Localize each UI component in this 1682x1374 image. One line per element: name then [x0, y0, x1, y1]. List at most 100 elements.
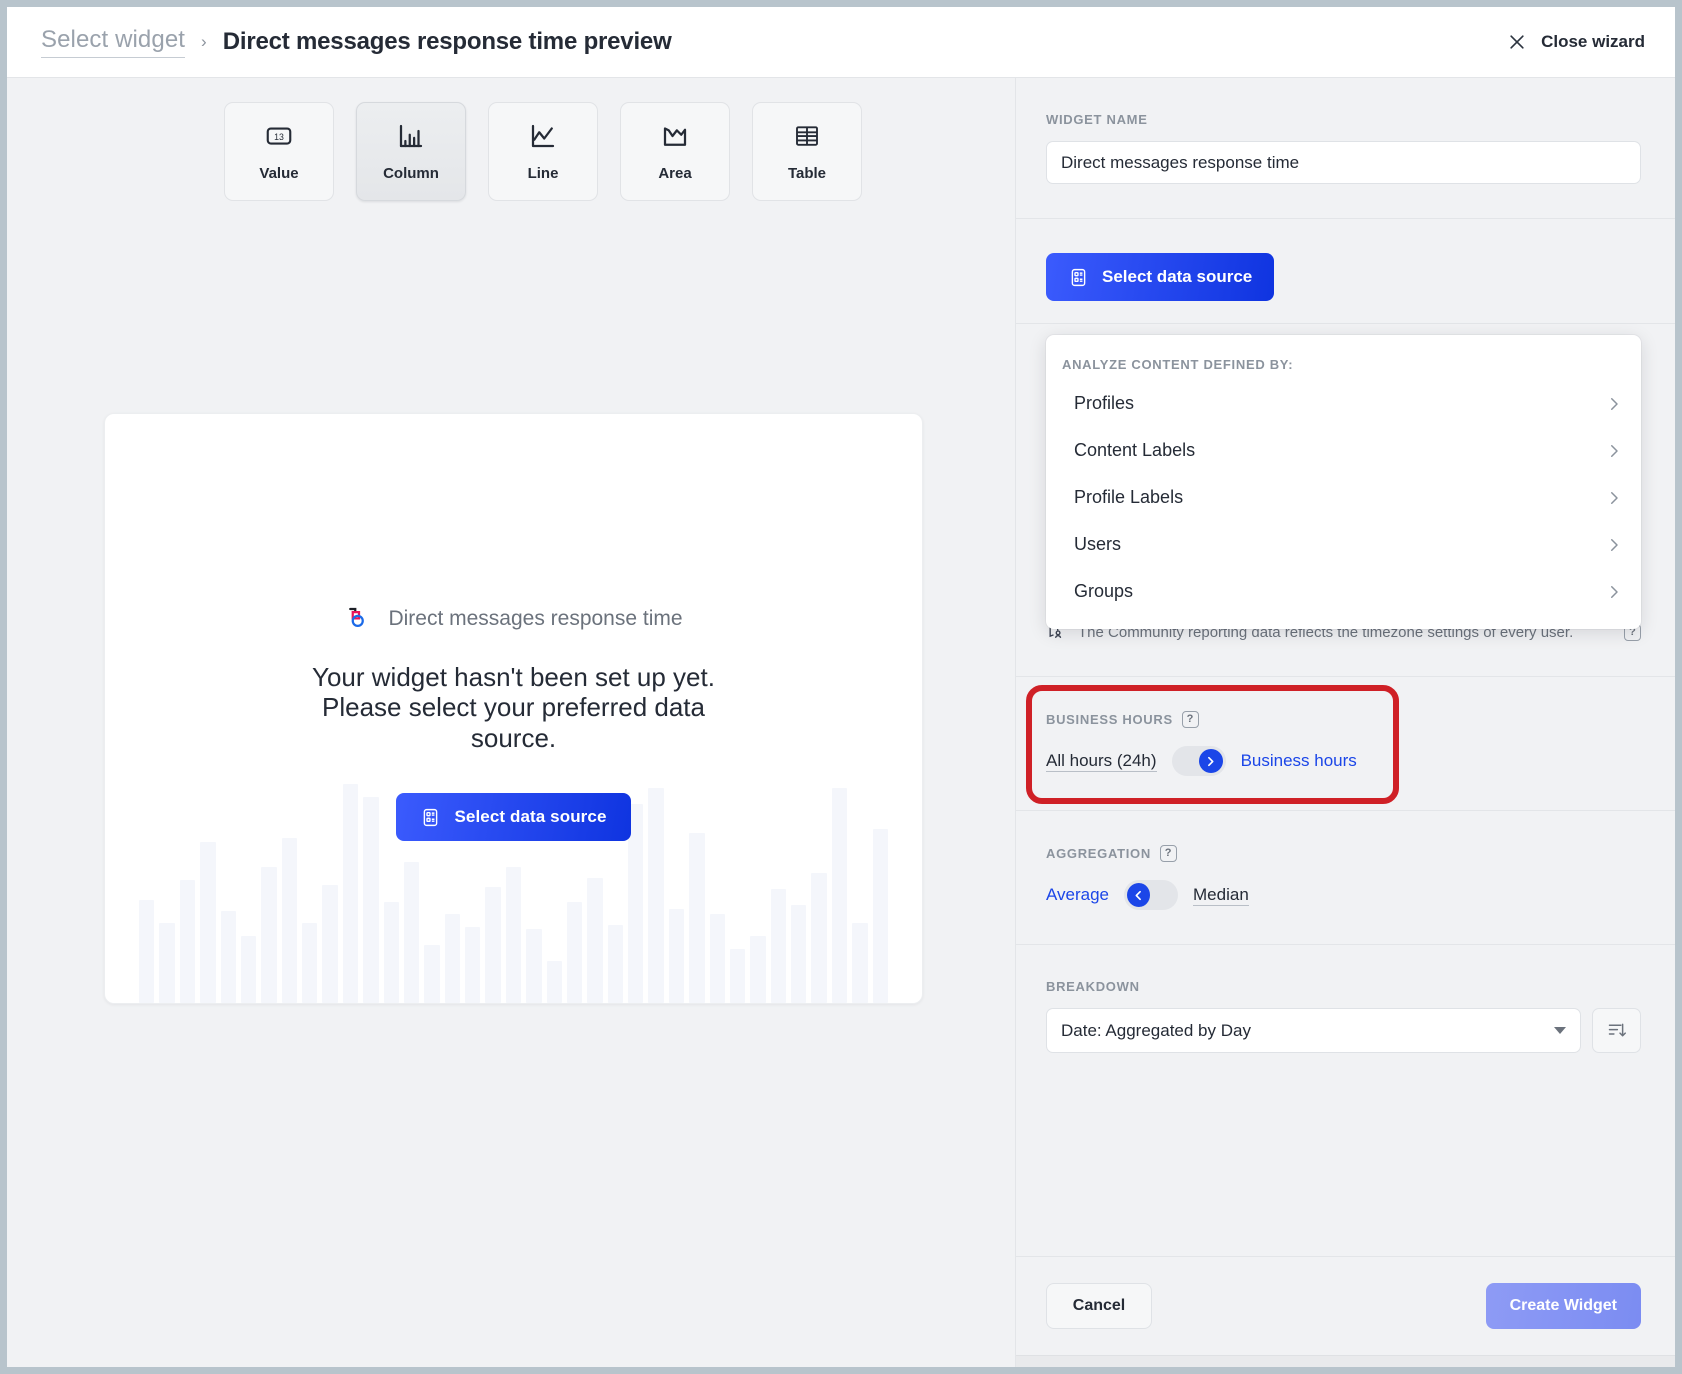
widget-type-value[interactable]: 13 Value: [224, 102, 334, 201]
cancel-button[interactable]: Cancel: [1046, 1283, 1152, 1329]
placeholder-bar: [750, 935, 766, 1003]
data-source-dropdown: ANALYZE CONTENT DEFINED BY: Profiles Con…: [1046, 335, 1641, 629]
placeholder-bar: [689, 833, 705, 1003]
widget-name-label: WIDGET NAME: [1046, 112, 1148, 127]
close-wizard-button[interactable]: Close wizard: [1507, 32, 1645, 52]
preview-chart-title-row: Direct messages response time: [344, 604, 683, 634]
response-time-icon: [349, 607, 365, 627]
panel-footer: Cancel Create Widget: [1016, 1256, 1675, 1355]
breakdown-section: BREAKDOWN Date: Aggregated by Day: [1016, 945, 1675, 1087]
select-data-source-label: Select data source: [1102, 267, 1253, 286]
bottom-strip: [1016, 1355, 1675, 1367]
placeholder-bar: [709, 913, 725, 1003]
business-hours-toggle-row: All hours (24h) Business hours: [1046, 746, 1641, 776]
widget-name-field[interactable]: Direct messages response time: [1046, 141, 1641, 184]
placeholder-bar: [220, 911, 236, 1003]
business-hours-all-label[interactable]: All hours (24h): [1046, 751, 1157, 772]
placeholder-bar: [159, 922, 175, 1003]
data-source-icon: [424, 808, 438, 826]
close-icon: [1510, 35, 1524, 49]
aggregation-label-row: AGGREGATION ?: [1046, 845, 1641, 862]
widget-type-column-label: Column: [383, 165, 439, 182]
empty-state: Direct messages response time Your widge…: [105, 604, 922, 842]
breakdown-row: Date: Aggregated by Day: [1046, 1008, 1641, 1053]
create-widget-button[interactable]: Create Widget: [1485, 1283, 1641, 1329]
business-hours-help-icon[interactable]: ?: [1181, 711, 1199, 728]
aggregation-label: AGGREGATION: [1046, 846, 1151, 861]
data-source-section: Select data source ANALYZE CONTENT DEFIN…: [1016, 219, 1675, 629]
breakdown-select[interactable]: Date: Aggregated by Day: [1046, 1008, 1581, 1053]
placeholder-bar: [179, 880, 196, 1003]
widget-name-input[interactable]: Direct messages response time: [1061, 153, 1626, 173]
dropdown-item-label: Profile Labels: [1074, 487, 1184, 507]
page-title: Direct messages response time preview: [222, 28, 672, 55]
aggregation-section: AGGREGATION ? Average Median: [1016, 811, 1675, 945]
placeholder-bar: [729, 949, 746, 1003]
empty-state-message: Your widget hasn't been set up yet. Plea…: [312, 662, 715, 753]
aggregation-toggle[interactable]: [1124, 880, 1179, 910]
placeholder-bar: [444, 913, 460, 1003]
business-hours-label-row: BUSINESS HOURS ?: [1046, 711, 1641, 728]
business-hours-highlight: [1026, 685, 1399, 804]
placeholder-bar: [566, 902, 583, 1003]
placeholder-bar: [465, 926, 481, 1003]
area-chart-icon: [663, 127, 687, 146]
chevron-right-icon: [1611, 491, 1618, 504]
widget-type-table[interactable]: Table: [752, 102, 862, 201]
placeholder-bar: [302, 922, 318, 1003]
aggregation-median-label[interactable]: Median: [1193, 885, 1249, 906]
placeholder-bar: [261, 866, 277, 1003]
widget-type-line-label: Line: [527, 165, 559, 182]
dropdown-item-label: Users: [1074, 534, 1122, 554]
placeholder-bar: [607, 924, 623, 1003]
widget-type-line[interactable]: Line: [488, 102, 598, 201]
dropdown-item-profile-labels[interactable]: Profile Labels: [1046, 474, 1641, 521]
placeholder-bar: [383, 902, 399, 1003]
aggregation-help-icon[interactable]: ?: [1159, 845, 1177, 862]
dropdown-item-label: Groups: [1074, 581, 1134, 601]
widget-wizard-window: Select widget › Direct messages response…: [7, 7, 1675, 1367]
chevron-left-icon: [1135, 890, 1141, 900]
placeholder-bar: [200, 842, 216, 1003]
svg-text:13: 13: [274, 132, 284, 142]
business-hours-toggle[interactable]: [1171, 746, 1226, 776]
panel-spacer: [1016, 1087, 1675, 1256]
config-panel: WIDGET NAME Direct messages response tim…: [1016, 78, 1675, 1367]
toggle-knob: [1198, 749, 1223, 773]
widget-type-table-label: Table: [787, 165, 827, 182]
business-hours-on-label[interactable]: Business hours: [1241, 751, 1357, 771]
breadcrumb-separator-icon: ›: [201, 32, 207, 51]
dropdown-item-users[interactable]: Users: [1046, 521, 1641, 568]
bar-chart-icon: [399, 124, 423, 148]
widget-name-section: WIDGET NAME Direct messages response tim…: [1016, 78, 1675, 219]
preview-select-data-source-button[interactable]: Select data source: [396, 793, 631, 842]
close-wizard-label: Close wizard: [1541, 32, 1645, 51]
breadcrumb-select-widget[interactable]: Select widget: [41, 26, 186, 58]
line-chart-icon: [531, 124, 555, 148]
placeholder-bar: [770, 888, 786, 1003]
business-hours-section: BUSINESS HOURS ? All hours (24h) Busines…: [1016, 677, 1675, 811]
widget-type-selector: 13 Value Column Line Area Table: [7, 78, 1015, 201]
placeholder-bar: [322, 884, 338, 1003]
dropdown-header: ANALYZE CONTENT DEFINED BY:: [1062, 357, 1294, 372]
chevron-right-icon: [1611, 585, 1618, 598]
widget-type-area-label: Area: [658, 165, 692, 182]
breakdown-sort-button[interactable]: [1592, 1008, 1641, 1053]
dropdown-item-groups[interactable]: Groups: [1046, 568, 1641, 615]
dropdown-item-profiles[interactable]: Profiles: [1046, 380, 1641, 427]
placeholder-bar: [139, 900, 155, 1003]
chevron-right-icon: [1611, 397, 1618, 410]
placeholder-bar: [485, 886, 501, 1003]
widget-preview-card: Direct messages response time Your widge…: [104, 413, 923, 1004]
select-data-source-button[interactable]: Select data source: [1046, 253, 1275, 301]
widget-type-column[interactable]: Column: [356, 102, 466, 201]
dropdown-item-label: Profiles: [1074, 393, 1135, 413]
widget-type-area[interactable]: Area: [620, 102, 730, 201]
preview-chart-title: Direct messages response time: [388, 607, 683, 630]
aggregation-average-label[interactable]: Average: [1046, 885, 1109, 905]
wizard-body: 13 Value Column Line Area Table Direct m…: [7, 78, 1675, 1367]
toggle-knob: [1127, 883, 1152, 907]
placeholder-bar: [281, 837, 297, 1003]
placeholder-bar: [505, 866, 522, 1003]
dropdown-item-content-labels[interactable]: Content Labels: [1046, 427, 1641, 474]
